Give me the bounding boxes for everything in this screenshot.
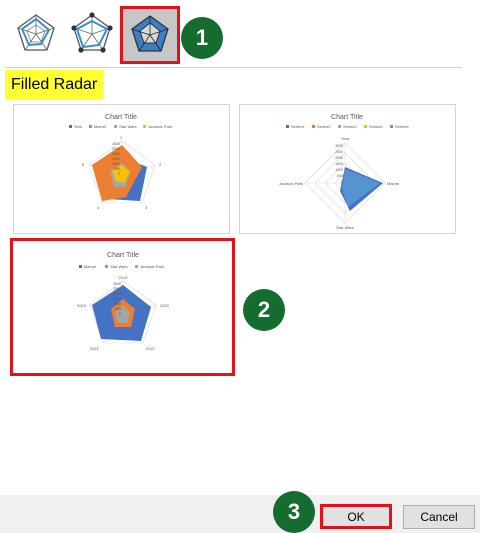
filled-radar-icon [131, 15, 169, 52]
tick-label: 1000 [113, 302, 121, 306]
axis-label: 4 [97, 205, 100, 210]
ok-button[interactable]: OK [320, 504, 392, 529]
legend-item: Star Wars [114, 124, 137, 129]
radar-markers-type-button[interactable] [66, 8, 118, 60]
legend-item: Marvel [79, 264, 96, 269]
tick-label: 3000 [113, 282, 121, 286]
svg-text:Series1: Series1 [291, 124, 305, 129]
svg-text:Series2: Series2 [317, 124, 331, 129]
svg-text:Marvel: Marvel [94, 124, 106, 129]
legend-item: Series4 [364, 124, 383, 129]
svg-text:Year: Year [74, 124, 83, 129]
tick-label: 0 [341, 180, 343, 184]
svg-text:Series4: Series4 [369, 124, 383, 129]
chart-preview-2[interactable]: Chart Title Series1 Series2 Series3 Seri… [239, 104, 456, 234]
preview-title: Chart Title [107, 252, 139, 259]
legend-item: Jurassic Park [143, 124, 172, 129]
chart-preview-3[interactable]: Chart Title Marvel Star Wars Jurassic Pa… [10, 238, 235, 376]
radar-icon [17, 14, 55, 51]
axis-label: 2020 [160, 303, 170, 308]
filled-radar-type-button[interactable] [120, 6, 180, 64]
axis-label: 2023 [77, 303, 87, 308]
cancel-button[interactable]: Cancel [403, 505, 475, 529]
divider [6, 67, 462, 68]
legend-item: Series3 [338, 124, 357, 129]
legend-item: Series2 [312, 124, 331, 129]
legend-item: Series5 [390, 124, 409, 129]
tick-label: 0 [119, 312, 121, 316]
preview-title: Chart Title [331, 114, 363, 121]
svg-text:Jurassic Park: Jurassic Park [140, 264, 164, 269]
tick-label: 1500 [335, 162, 343, 166]
selected-type-label: Filled Radar [5, 70, 104, 100]
legend-item: Marvel [89, 124, 106, 129]
tick-label: 3000 [335, 144, 343, 148]
tick-label: 2500 [113, 287, 121, 291]
tick-label: 2500 [112, 147, 120, 151]
svg-text:Marvel: Marvel [84, 264, 96, 269]
tick-label: 1500 [112, 157, 120, 161]
step-badge-2: 2 [243, 289, 285, 331]
svg-text:Star Wars: Star Wars [110, 264, 128, 269]
legend-item: Jurassic Park [135, 264, 164, 269]
legend-item: Star Wars [105, 264, 128, 269]
step-badge-1: 1 [181, 17, 223, 59]
axis-label: 2 [159, 162, 162, 167]
svg-text:Series3: Series3 [343, 124, 357, 129]
tick-label: 1000 [112, 162, 120, 166]
tick-label: 3000 [112, 142, 120, 146]
axis-label: Jurassic Park [279, 181, 303, 186]
axis-label: 5 [82, 162, 85, 167]
tick-label: 1500 [113, 297, 121, 301]
axis-label: Star Wars [336, 225, 354, 230]
tick-label: 2000 [335, 156, 343, 160]
preview-title: Chart Title [105, 114, 137, 121]
tick-label: 500 [114, 167, 120, 171]
chart-preview-1[interactable]: Chart Title Year Marvel Star Wars Jurass… [13, 104, 230, 234]
axis-label: 3 [145, 205, 148, 210]
tick-label: 2000 [113, 292, 121, 296]
axis-label: 2021 [146, 346, 156, 351]
step-badge-3: 3 [273, 491, 315, 533]
tick-label: 0 [118, 172, 120, 176]
tick-label: 2000 [112, 152, 120, 156]
tick-label: 500 [337, 174, 343, 178]
axis-label: Year [341, 136, 350, 141]
axis-label: 2019 [119, 275, 129, 280]
svg-text:Jurassic Park: Jurassic Park [148, 124, 172, 129]
radar-type-button[interactable] [10, 8, 62, 60]
tick-label: 1000 [335, 168, 343, 172]
svg-text:Star Wars: Star Wars [119, 124, 137, 129]
svg-text:Series5: Series5 [395, 124, 409, 129]
axis-label: Marvel [387, 181, 399, 186]
legend-item: Year [69, 124, 83, 129]
radar-markers-icon [71, 12, 113, 53]
tick-label: 2500 [335, 150, 343, 154]
axis-label: 2022 [90, 346, 100, 351]
legend-item: Series1 [286, 124, 305, 129]
tick-label: 500 [115, 307, 121, 311]
axis-label: 1 [120, 135, 123, 140]
